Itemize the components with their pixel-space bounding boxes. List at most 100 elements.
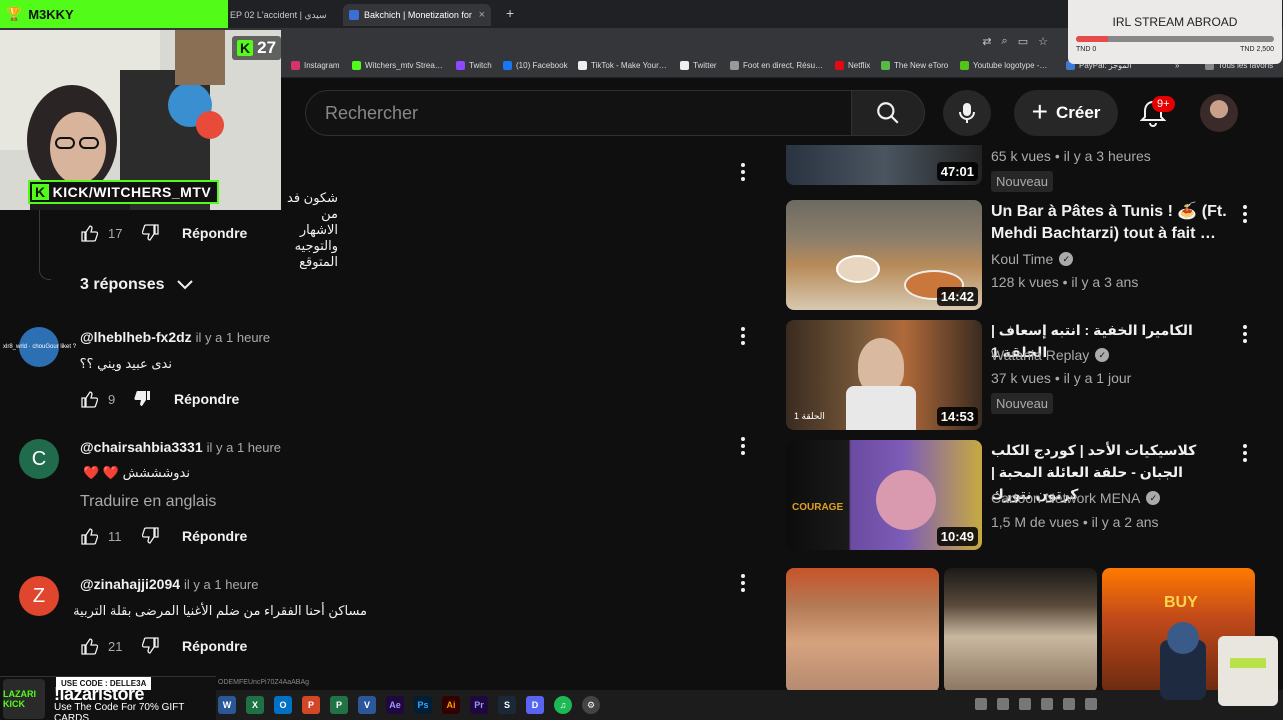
- spotify-icon[interactable]: ♫: [554, 696, 572, 714]
- channel-name[interactable]: Cartoon Network MENA ✓: [991, 490, 1161, 506]
- create-button[interactable]: + Créer: [1014, 90, 1118, 136]
- bookmark-item[interactable]: TikTok - Make Your…: [578, 61, 667, 70]
- reply-button[interactable]: Répondre: [182, 638, 247, 654]
- comment-text: ندوشششش ❤️ ❤️: [83, 465, 190, 480]
- goal-title: IRL STREAM ABROAD: [1112, 15, 1238, 29]
- translate-link[interactable]: Traduire en anglais: [80, 493, 216, 511]
- steam-icon[interactable]: S: [498, 696, 516, 714]
- goal-max: TND 2,500: [1240, 46, 1274, 53]
- publisher-icon[interactable]: P: [330, 696, 348, 714]
- thumbs-down-icon[interactable]: [142, 527, 160, 545]
- verified-check-icon: ✓: [1095, 348, 1110, 362]
- bookmark-item[interactable]: Twitch: [456, 61, 492, 70]
- channel-name[interactable]: Koul Time ✓: [991, 251, 1074, 267]
- outlook-icon[interactable]: O: [274, 696, 292, 714]
- new-tab-icon[interactable]: +: [506, 5, 514, 21]
- video-thumbnail[interactable]: 14:42: [786, 200, 982, 310]
- more-vertical-icon[interactable]: [1237, 202, 1253, 226]
- video-duration: 47:01: [936, 162, 978, 181]
- tab-title: Bakchich | Monetization for afr…: [364, 10, 474, 20]
- channel-name[interactable]: Watania Replay ✓: [991, 347, 1110, 363]
- search-box[interactable]: [305, 90, 851, 136]
- bookmark-item[interactable]: Twitter: [680, 61, 717, 70]
- tray-app-icon[interactable]: [1085, 698, 1097, 710]
- short-thumbnail[interactable]: [944, 568, 1097, 693]
- word-icon[interactable]: W: [218, 696, 236, 714]
- zoom-icon[interactable]: ⌕: [1002, 35, 1008, 48]
- football-site-icon: [730, 61, 739, 70]
- bookmark-item[interactable]: Witchers_mtv Strea…: [352, 61, 443, 70]
- tray-app-icon[interactable]: [1063, 698, 1075, 710]
- more-vertical-icon[interactable]: [1237, 322, 1253, 346]
- more-vertical-icon[interactable]: [735, 160, 751, 184]
- chat-overlay-message: xlr8_wrld · chouGour liket ?: [3, 344, 77, 350]
- tray-app-icon[interactable]: [1041, 698, 1053, 710]
- excel-icon[interactable]: X: [246, 696, 264, 714]
- video-thumbnail[interactable]: COURAGE 10:49: [786, 440, 982, 550]
- thumbs-down-icon[interactable]: [142, 637, 160, 655]
- visio-icon[interactable]: V: [358, 696, 376, 714]
- search-button[interactable]: [851, 90, 925, 136]
- translate-icon[interactable]: ⇄: [982, 35, 991, 48]
- avatar[interactable]: C: [19, 439, 59, 479]
- premiere-icon[interactable]: Pr: [470, 696, 488, 714]
- more-vertical-icon[interactable]: [735, 324, 751, 348]
- short-thumbnail[interactable]: [786, 568, 939, 693]
- cast-icon[interactable]: ▭: [1018, 35, 1028, 48]
- video-thumbnail[interactable]: الحلقة 1 14:53: [786, 320, 982, 430]
- reply-button[interactable]: Répondre: [182, 225, 247, 241]
- avatar[interactable]: Z: [19, 576, 59, 616]
- account-avatar[interactable]: [1200, 94, 1238, 132]
- thumbs-up-icon[interactable]: [80, 637, 98, 655]
- bookmark-item[interactable]: Instagram: [291, 61, 340, 70]
- system-tray: [975, 698, 1097, 710]
- search-input[interactable]: [325, 102, 851, 124]
- bookmark-item[interactable]: Youtube logotype -…: [960, 61, 1047, 70]
- reply-button[interactable]: Répondre: [182, 528, 247, 544]
- star-icon[interactable]: ☆: [1038, 35, 1048, 48]
- etoro-icon: [881, 61, 890, 70]
- video-title[interactable]: Un Bar à Pâtes à Tunis ! 🍝 (Ft. Mehdi Ba…: [991, 201, 1231, 245]
- tray-up-icon[interactable]: [975, 698, 987, 710]
- bookmark-item[interactable]: (10) Facebook: [503, 61, 568, 70]
- replies-toggle[interactable]: 3 réponses: [80, 276, 194, 294]
- comment-author[interactable]: @chairsahbia3331 il y a 1 heure: [80, 439, 281, 455]
- video-duration: 14:53: [936, 407, 978, 426]
- close-icon[interactable]: ×: [479, 9, 485, 21]
- discord-icon[interactable]: D: [526, 696, 544, 714]
- goal-progress-bar: [1076, 36, 1274, 42]
- more-vertical-icon[interactable]: [1237, 441, 1253, 465]
- browser-tab-active[interactable]: Bakchich | Monetization for afr… ×: [343, 4, 491, 26]
- favicon-icon: [349, 10, 359, 20]
- thumbs-down-filled-icon[interactable]: [134, 390, 152, 408]
- comment-author[interactable]: @zinahajji2094 il y a 1 heure: [80, 576, 258, 592]
- tray-app-icon[interactable]: [1019, 698, 1031, 710]
- video-meta: 128 k vues • il y a 3 ans: [991, 274, 1139, 290]
- kick-logo-icon: K: [32, 184, 49, 200]
- after-effects-icon[interactable]: Ae: [386, 696, 404, 714]
- reply-button[interactable]: Répondre: [174, 391, 239, 407]
- thumbs-up-icon[interactable]: [80, 224, 98, 242]
- more-vertical-icon[interactable]: [735, 434, 751, 458]
- photoshop-icon[interactable]: Ps: [414, 696, 432, 714]
- powerpoint-icon[interactable]: P: [302, 696, 320, 714]
- voice-search-button[interactable]: [943, 90, 991, 136]
- tray-app-icon[interactable]: [997, 698, 1009, 710]
- bookmark-item[interactable]: Foot en direct, Résu…: [730, 61, 823, 70]
- bookmark-item[interactable]: Netflix: [835, 61, 870, 70]
- settings-icon[interactable]: ⚙: [582, 696, 600, 714]
- thumbs-up-icon[interactable]: [80, 527, 98, 545]
- illustrator-icon[interactable]: Ai: [442, 696, 460, 714]
- new-badge: Nouveau: [991, 393, 1054, 414]
- streamer-name-bar: 🏆 M3KKY: [0, 0, 228, 28]
- thumbs-down-icon[interactable]: [142, 224, 160, 242]
- comment-actions: 9 Répondre: [80, 388, 239, 410]
- more-vertical-icon[interactable]: [735, 571, 751, 595]
- video-thumbnail[interactable]: 47:01: [786, 145, 982, 185]
- bookmark-item[interactable]: The New eToro: [881, 61, 948, 70]
- like-count: 21: [108, 638, 123, 654]
- comment-author[interactable]: @lheblheb-fx2dz il y a 1 heure: [80, 329, 270, 345]
- x-twitter-icon: [680, 61, 689, 70]
- plus-icon: +: [1031, 95, 1048, 127]
- thumbs-up-icon[interactable]: [80, 390, 98, 408]
